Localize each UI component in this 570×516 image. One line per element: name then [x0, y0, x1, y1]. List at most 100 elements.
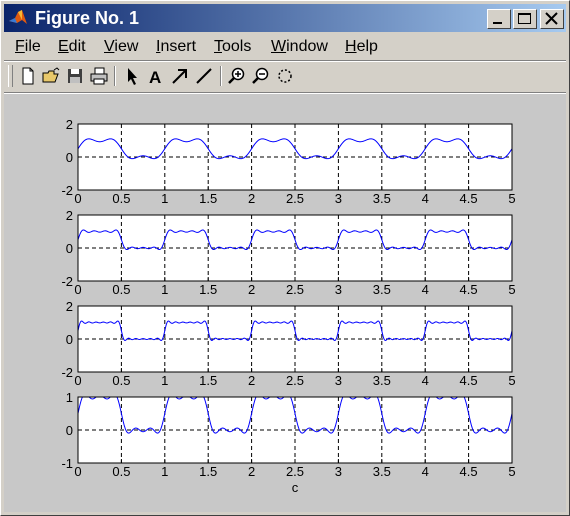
y-tick-label: 0: [66, 150, 73, 165]
x-axis-label: c: [292, 480, 299, 495]
new-file-icon: [22, 67, 34, 85]
menu-window[interactable]: Window: [271, 38, 328, 56]
zoom-out-button[interactable]: [250, 65, 272, 87]
x-tick-label: 2: [248, 373, 255, 388]
figure-canvas: 0 0.5 1 1.5 2 2.5 3 3.5 4 4.5 5 2 0 -2 0 0.5 1 1.5 2 2.5 3 3.…: [4, 94, 566, 512]
x-tick-label: 3.5: [373, 464, 391, 479]
x-tick-label: 0: [74, 373, 81, 388]
y-tick-label: 2: [66, 208, 73, 223]
x-tick-label: 4.5: [460, 282, 478, 297]
rotate-icon: [278, 69, 292, 83]
save-button[interactable]: [64, 65, 86, 87]
y-tick-label: -2: [61, 365, 73, 380]
x-tick-label: 2.5: [286, 191, 304, 206]
maximize-icon: [518, 13, 531, 24]
window-title: Figure No. 1: [35, 8, 140, 28]
line-tool-button[interactable]: [193, 65, 215, 87]
x-tick-label: 0.5: [112, 282, 130, 297]
x-tick-label: 3.5: [373, 373, 391, 388]
x-tick-label: 2.5: [286, 373, 304, 388]
y-tick-label: -2: [61, 183, 73, 198]
text-a-icon: A: [149, 68, 161, 87]
close-icon: [545, 12, 558, 25]
print-button[interactable]: [88, 65, 110, 87]
menu-view[interactable]: View: [104, 38, 138, 56]
x-tick-label: 2.5: [286, 464, 304, 479]
subplot-1: 0 0.5 1 1.5 2 2.5 3 3.5 4 4.5 520-2: [61, 117, 515, 206]
arrow-tool-button[interactable]: [169, 65, 191, 87]
x-tick-label: 1.5: [199, 464, 217, 479]
maximize-button[interactable]: [513, 9, 537, 29]
x-tick-label: 3: [335, 373, 342, 388]
menu-edit[interactable]: Edit: [58, 38, 86, 56]
x-tick-label: 4: [422, 191, 429, 206]
close-button[interactable]: [540, 9, 564, 29]
text-tool-label: A: [149, 68, 161, 87]
x-tick-label: 5: [508, 464, 515, 479]
minimize-icon: [493, 22, 502, 24]
x-tick-label: 0.5: [112, 191, 130, 206]
select-arrow-icon: [128, 68, 137, 85]
x-tick-label: 3: [335, 464, 342, 479]
y-tick-label: -1: [61, 456, 73, 471]
y-tick-label: 1: [66, 390, 73, 405]
x-tick-label: 4.5: [460, 373, 478, 388]
x-tick-label: 2: [248, 464, 255, 479]
x-tick-label: 3.5: [373, 282, 391, 297]
x-tick-label: 5: [508, 373, 515, 388]
x-tick-label: 4: [422, 282, 429, 297]
subplot-4: 0 0.5 1 1.5 2 2.5 3 3.5 4 4.5 510-1c: [61, 390, 515, 495]
x-tick-label: 0: [74, 464, 81, 479]
x-tick-label: 0: [74, 191, 81, 206]
toolbar-separator-2: [220, 66, 222, 86]
x-tick-label: 5: [508, 282, 515, 297]
open-folder-icon: [42, 67, 60, 83]
text-tool-button[interactable]: A: [145, 65, 167, 87]
x-tick-label: 1.5: [199, 282, 217, 297]
select-tool-button[interactable]: [121, 65, 143, 87]
x-tick-label: 0.5: [112, 464, 130, 479]
x-tick-label: 1.5: [199, 373, 217, 388]
toolbar-separator: [114, 66, 116, 86]
x-tick-label: 1: [161, 191, 168, 206]
x-tick-label: 0: [74, 282, 81, 297]
menu-help[interactable]: Help: [345, 38, 378, 56]
x-tick-label: 3: [335, 191, 342, 206]
matlab-logo-icon: [9, 10, 27, 24]
x-tick-label: 1: [161, 282, 168, 297]
y-tick-label: 2: [66, 117, 73, 132]
zoom-in-icon: [228, 67, 245, 84]
zoom-out-icon: [252, 67, 269, 84]
menu-tools[interactable]: Tools: [214, 38, 251, 56]
toolbar-grip[interactable]: [8, 65, 13, 87]
menu-insert[interactable]: Insert: [156, 38, 196, 56]
zoom-in-button[interactable]: [226, 65, 248, 87]
rotate-button[interactable]: [274, 65, 296, 87]
x-tick-label: 0.5: [112, 373, 130, 388]
x-tick-label: 5: [508, 191, 515, 206]
x-tick-label: 1.5: [199, 191, 217, 206]
x-tick-label: 3.5: [373, 191, 391, 206]
figure-toolbar: A: [4, 63, 566, 91]
menu-separator: [4, 60, 566, 62]
x-tick-label: 4: [422, 373, 429, 388]
open-file-button[interactable]: [40, 65, 62, 87]
x-tick-label: 4.5: [460, 191, 478, 206]
x-tick-label: 2.5: [286, 282, 304, 297]
menu-file[interactable]: File: [15, 38, 41, 56]
new-figure-button[interactable]: [17, 65, 39, 87]
subplots: 0 0.5 1 1.5 2 2.5 3 3.5 4 4.5 520-20 0.5 1 1.5 2 2.5 3 3.…: [61, 117, 515, 495]
x-tick-label: 1: [161, 464, 168, 479]
y-tick-label: 0: [66, 332, 73, 347]
title-bar[interactable]: Figure No. 1: [4, 4, 566, 32]
menu-bar: File Edit View Insert Tools Window Help: [4, 35, 566, 59]
y-tick-label: -2: [61, 274, 73, 289]
subplot-2: 0 0.5 1 1.5 2 2.5 3 3.5 4 4.5 520-2: [61, 208, 515, 297]
minimize-button[interactable]: [487, 9, 511, 29]
figure-window: Figure No. 1 File Edit View Insert Tools…: [0, 0, 570, 516]
save-icon: [68, 69, 82, 83]
print-icon: [90, 67, 108, 85]
y-tick-label: 0: [66, 241, 73, 256]
y-tick-label: 0: [66, 423, 73, 438]
x-tick-label: 1: [161, 373, 168, 388]
